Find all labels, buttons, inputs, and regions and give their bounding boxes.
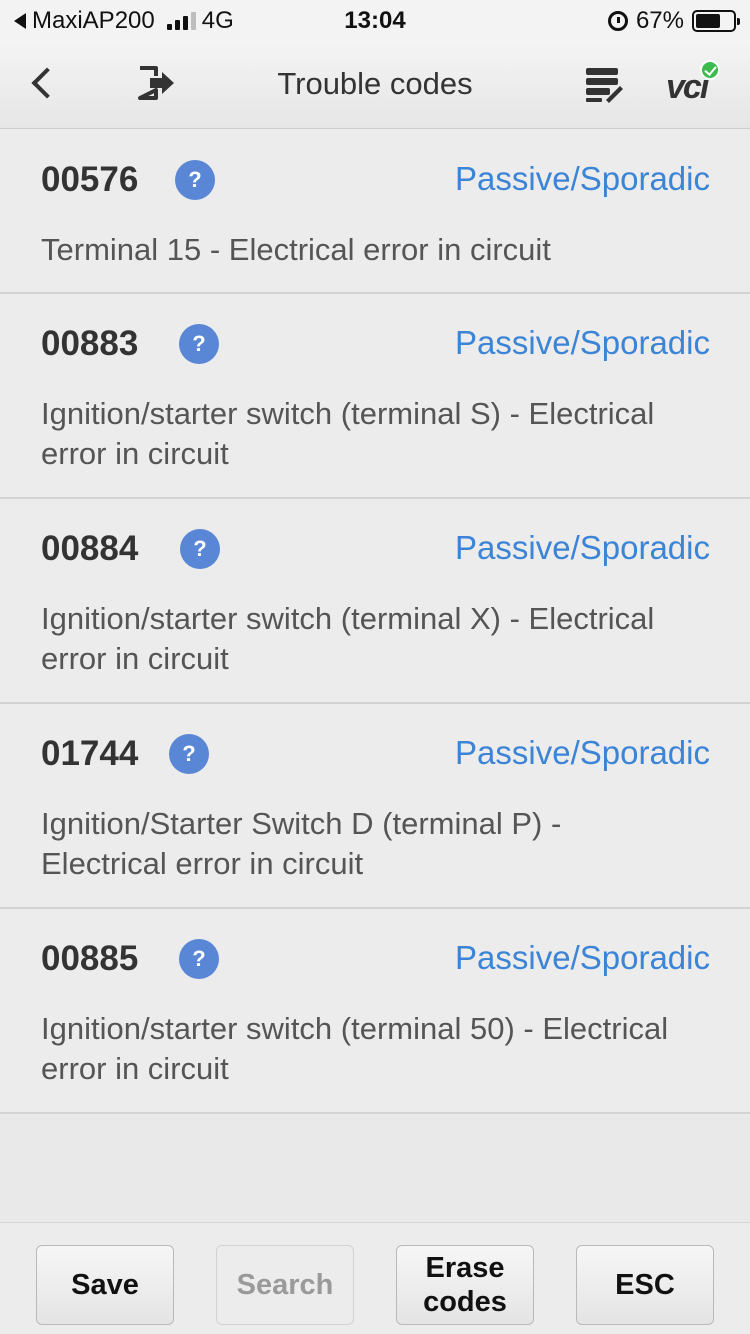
- list-item[interactable]: 00885 ? Passive/Sporadic Ignition/starte…: [0, 909, 750, 1114]
- nav-bar: Trouble codes vci: [0, 40, 750, 129]
- dtc-description: Ignition/starter switch (terminal S) - E…: [41, 396, 655, 471]
- battery-fill: [696, 14, 721, 28]
- help-icon[interactable]: ?: [169, 734, 209, 774]
- dtc-status: Passive/Sporadic: [455, 529, 710, 566]
- list-item[interactable]: 00576 ? Passive/Sporadic Terminal 15 - E…: [0, 130, 750, 294]
- dtc-status: Passive/Sporadic: [455, 939, 710, 976]
- report-button[interactable]: [584, 64, 624, 104]
- save-button[interactable]: Save: [36, 1245, 174, 1325]
- dtc-description: Ignition/Starter Switch D (terminal P) -…: [41, 806, 562, 881]
- help-icon[interactable]: ?: [179, 939, 219, 979]
- dtc-code: 01744: [41, 734, 139, 773]
- dtc-status: Passive/Sporadic: [455, 324, 710, 361]
- dtc-status: Passive/Sporadic: [455, 160, 710, 197]
- battery-icon: [692, 10, 740, 32]
- vci-status-button[interactable]: vci: [664, 60, 724, 108]
- dtc-description: Terminal 15 - Electrical error in circui…: [41, 232, 551, 267]
- connected-check-icon: [700, 60, 720, 80]
- alarm-icon: [607, 11, 628, 31]
- help-icon[interactable]: ?: [175, 160, 215, 200]
- dtc-code: 00884: [41, 529, 139, 568]
- bottom-toolbar: Save Search Erase codes ESC: [0, 1222, 750, 1334]
- search-button[interactable]: Search: [216, 1245, 354, 1325]
- dtc-description: Ignition/starter switch (terminal X) - E…: [41, 601, 655, 676]
- help-icon[interactable]: ?: [179, 324, 219, 364]
- page-title: Trouble codes: [277, 66, 473, 101]
- status-right: 67%: [607, 7, 740, 35]
- report-icon: [586, 68, 623, 103]
- dtc-code: 00885: [41, 939, 139, 978]
- esc-button[interactable]: ESC: [576, 1245, 714, 1325]
- help-icon[interactable]: ?: [180, 529, 220, 569]
- list-item[interactable]: 00884 ? Passive/Sporadic Ignition/starte…: [0, 499, 750, 704]
- dtc-code: 00576: [41, 160, 139, 199]
- list-item[interactable]: 00883 ? Passive/Sporadic Ignition/starte…: [0, 294, 750, 499]
- status-bar: MaxiAP200 4G 13:04 67%: [0, 0, 750, 40]
- dtc-status: Passive/Sporadic: [455, 734, 710, 771]
- list-item[interactable]: 01744 ? Passive/Sporadic Ignition/Starte…: [0, 704, 750, 909]
- dtc-code: 00883: [41, 324, 139, 363]
- trouble-code-list: 00576 ? Passive/Sporadic Terminal 15 - E…: [0, 130, 750, 1114]
- erase-codes-button[interactable]: Erase codes: [396, 1245, 534, 1325]
- dtc-description: Ignition/starter switch (terminal 50) - …: [41, 1011, 669, 1086]
- battery-percent: 67%: [635, 7, 684, 34]
